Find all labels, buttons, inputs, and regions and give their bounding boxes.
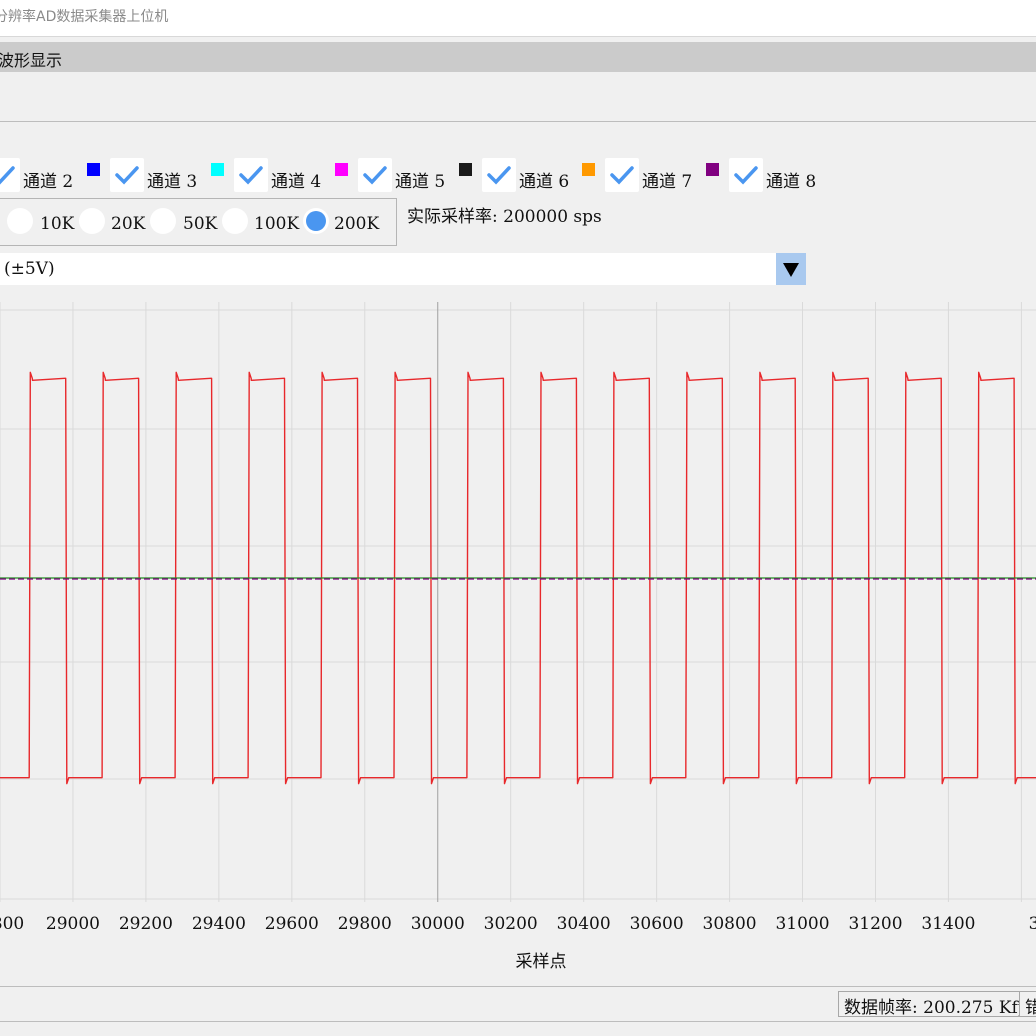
waveform-plot-svg — [0, 302, 1036, 902]
checkmark-icon — [0, 166, 15, 185]
x-tick-label: 30000 — [410, 914, 465, 934]
x-tick-label: 31400 — [921, 914, 976, 934]
rate-label-10k: 10K — [40, 214, 75, 234]
status-cell-partial: 错 — [1019, 991, 1036, 1017]
waveform-group-header: 波形显示 — [0, 42, 1036, 72]
channel-6-checkbox[interactable] — [482, 158, 516, 192]
checkmark-icon — [363, 166, 387, 185]
x-tick-label: 30600 — [629, 914, 684, 934]
rate-label-100k: 100K — [254, 214, 300, 234]
x-tick-label: 29800 — [337, 914, 392, 934]
channel-7-checkbox[interactable] — [605, 158, 639, 192]
x-tick-label: 29000 — [45, 914, 100, 934]
rate-radio-10k[interactable] — [7, 208, 33, 234]
triangle-down-icon — [783, 263, 799, 277]
rate-radio-50k[interactable] — [150, 208, 176, 234]
checkmark-icon — [487, 166, 511, 185]
checkmark-icon — [610, 166, 634, 185]
rate-radio-200k[interactable] — [303, 208, 329, 234]
channel-5-checkbox[interactable] — [358, 158, 392, 192]
status-bar: 数据帧率: 200.275 Kfps 错 — [0, 986, 1036, 1022]
x-tick-label: 29200 — [118, 914, 173, 934]
channel-4-label: 通道 4 — [271, 172, 322, 192]
channel-selector-row: 通道 2 通道 3 通道 4 通道 5 通道 6 通道 7 通道 8 — [0, 158, 1036, 198]
channel-5-color-swatch — [335, 163, 348, 176]
plot-background — [0, 302, 1036, 902]
x-tick-label: 31000 — [775, 914, 830, 934]
rate-radio-20k[interactable] — [79, 208, 105, 234]
separator — [0, 121, 1036, 122]
channel-8-color-swatch — [706, 163, 719, 176]
channel-8-checkbox[interactable] — [729, 158, 763, 192]
x-tick-label: 31200 — [848, 914, 903, 934]
channel-4-color-swatch — [211, 163, 224, 176]
x-tick-label: 30200 — [483, 914, 538, 934]
actual-sample-rate: 实际采样率: 200000 sps — [407, 207, 602, 227]
waveform-group-title: 波形显示 — [0, 51, 63, 70]
x-axis-label: 采样点 — [515, 952, 567, 972]
x-tick-label: 800 — [0, 914, 25, 934]
channel-6-color-swatch — [459, 163, 472, 176]
channel-2-checkbox[interactable] — [0, 158, 20, 192]
checkmark-icon — [734, 166, 758, 185]
rate-label-20k: 20K — [111, 214, 146, 234]
x-tick-label: 29600 — [264, 914, 319, 934]
dropdown-arrow-button[interactable] — [776, 253, 806, 285]
x-tick-label: 3 — [1028, 914, 1036, 934]
channel-7-label: 通道 7 — [642, 172, 693, 192]
channel-6-label: 通道 6 — [519, 172, 570, 192]
x-tick-label: 30400 — [556, 914, 611, 934]
x-tick-label: 30800 — [702, 914, 757, 934]
window-title: 分辨率AD数据采集器上位机 — [0, 9, 169, 25]
range-select[interactable]: (±5V) — [0, 253, 806, 285]
checkmark-icon — [239, 166, 263, 185]
channel-8-label: 通道 8 — [766, 172, 817, 192]
channel-3-label: 通道 3 — [147, 172, 198, 192]
channel-3-color-swatch — [87, 163, 100, 176]
frame-rate-status: 数据帧率: 200.275 Kfps — [838, 991, 1020, 1017]
rate-label-200k: 200K — [334, 214, 380, 234]
rate-radio-100k[interactable] — [222, 208, 248, 234]
window-titlebar: 分辨率AD数据采集器上位机 — [0, 0, 1036, 37]
channel-2-label: 通道 2 — [23, 172, 74, 192]
channel-7-color-swatch — [582, 163, 595, 176]
checkmark-icon — [115, 166, 139, 185]
channel-3-checkbox[interactable] — [110, 158, 144, 192]
rate-label-50k: 50K — [183, 214, 218, 234]
waveform-plot[interactable] — [0, 302, 1036, 902]
x-axis-ticks: 800 29000 29200 29400 29600 29800 30000 30200 30… — [0, 914, 1036, 938]
channel-5-label: 通道 5 — [395, 172, 446, 192]
x-tick-label: 29400 — [191, 914, 246, 934]
range-select-value: (±5V) — [4, 259, 55, 279]
channel-4-checkbox[interactable] — [234, 158, 268, 192]
